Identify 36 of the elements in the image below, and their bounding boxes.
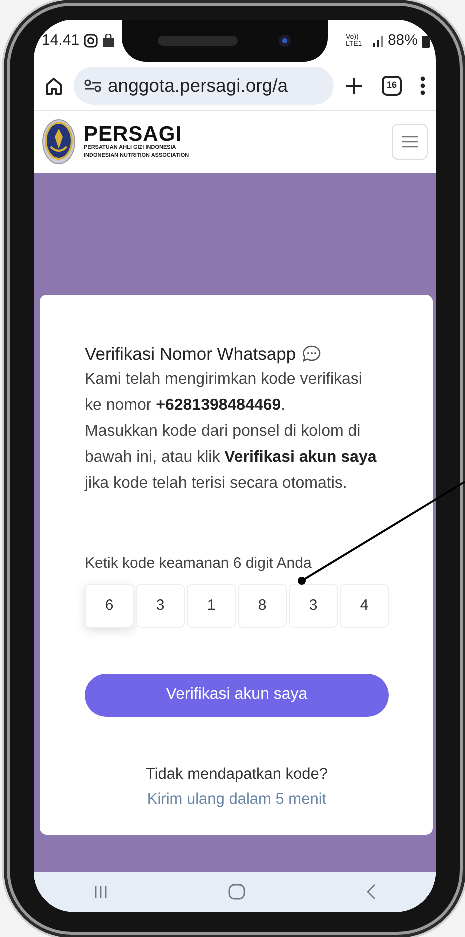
plus-icon[interactable] xyxy=(344,76,364,96)
url-text: anggota.persagi.org/a xyxy=(108,74,288,98)
home-button-icon[interactable] xyxy=(228,883,246,901)
status-time: 14.41 xyxy=(42,30,80,51)
brand-name: PERSAGI xyxy=(84,124,184,146)
battery-icon xyxy=(422,34,430,48)
code-digit-field[interactable]: 6 xyxy=(85,584,134,628)
speaker-grille-icon xyxy=(158,36,238,46)
tab-count[interactable]: 16 xyxy=(382,76,402,96)
code-digit-field[interactable]: 8 xyxy=(238,584,287,628)
instruction-text: Kami telah mengirimkan kode verifikasi ke nomor +6281398484469. xyxy=(85,370,364,416)
site-settings-icon[interactable] xyxy=(84,79,102,93)
code-label: Ketik kode keamanan 6 digit Anda xyxy=(85,554,313,574)
code-digit-field[interactable]: 3 xyxy=(289,584,338,628)
home-icon[interactable] xyxy=(44,76,64,96)
code-digit-field[interactable]: 4 xyxy=(340,584,389,628)
instruction-text: Masukkan kode dari ponsel di kolom di bawah ini, atau klik Verifikasi akun saya jika kode telah terisi secara otomatis. xyxy=(85,422,378,494)
menu-icon[interactable] xyxy=(402,136,418,148)
recent-apps-icon[interactable] xyxy=(93,884,110,900)
shopping-bag-icon xyxy=(102,34,115,48)
url-bar[interactable]: anggota.persagi.org/a xyxy=(74,67,334,105)
back-icon[interactable] xyxy=(364,883,377,901)
card-title: Verifikasi Nomor Whatsapp xyxy=(85,343,296,366)
menu-toggle-button[interactable] xyxy=(392,124,428,160)
battery-percent: 88% xyxy=(388,30,418,51)
logo-emblem-icon xyxy=(42,119,76,165)
signal-icon xyxy=(372,35,384,47)
code-digit-field[interactable]: 3 xyxy=(136,584,185,628)
more-options-icon[interactable] xyxy=(420,76,426,96)
resend-link[interactable]: Kirim ulang dalam 5 menit xyxy=(85,788,389,812)
resend-question: Tidak mendapatkan kode? xyxy=(144,764,330,785)
camera-lens-icon xyxy=(278,34,292,48)
code-digit-field[interactable]: 1 xyxy=(187,584,236,628)
chat-bubble-icon xyxy=(302,345,322,364)
verify-button[interactable]: Verifikasi akun saya xyxy=(85,674,389,717)
instagram-icon xyxy=(84,34,98,48)
